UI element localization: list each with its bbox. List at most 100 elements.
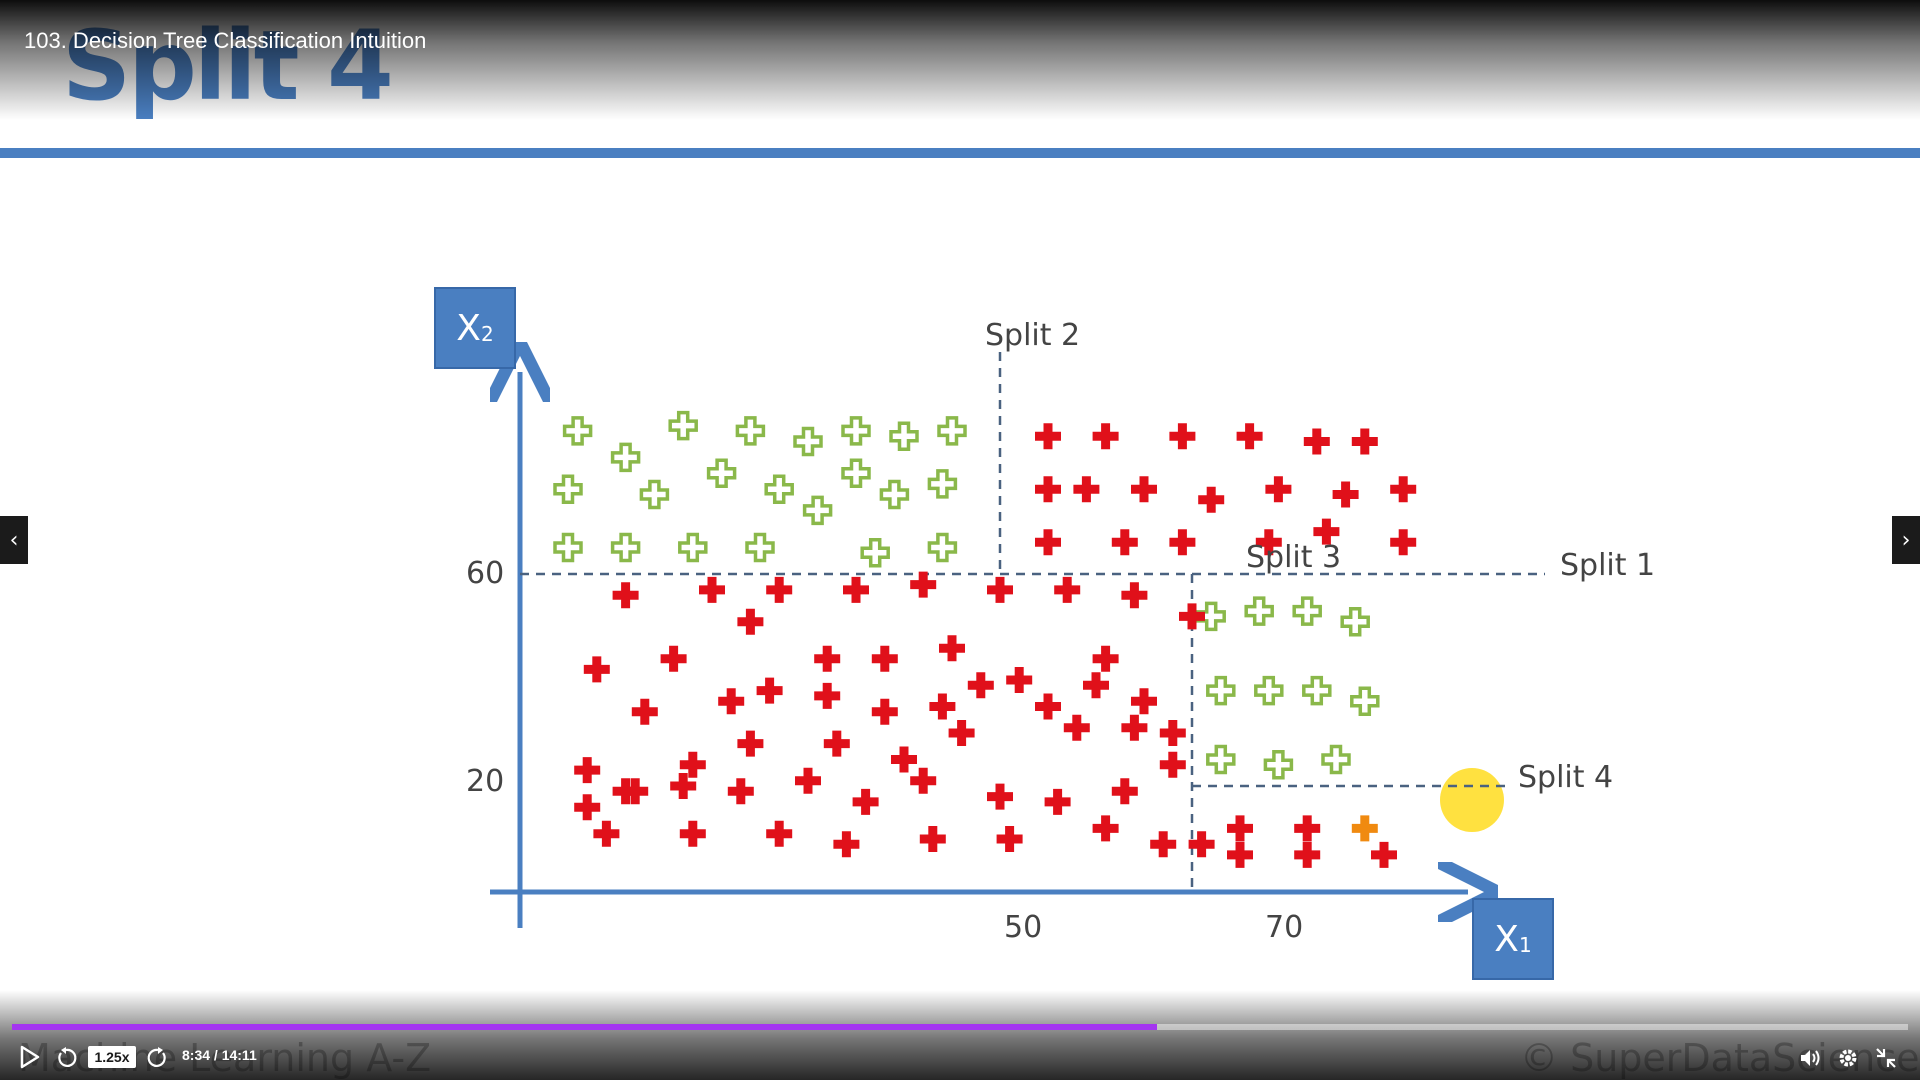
red-point <box>891 746 917 773</box>
green-point <box>553 532 583 563</box>
red-point <box>929 693 956 720</box>
playback-speed-button[interactable]: 1.25x <box>88 1046 136 1068</box>
split-2-label: Split 2 <box>985 318 1081 353</box>
red-point <box>737 608 764 635</box>
green-point <box>889 421 919 451</box>
green-point <box>1321 744 1351 775</box>
video-title: 103. Decision Tree Classification Intuit… <box>24 28 427 53</box>
green-point <box>610 442 641 473</box>
volume-icon <box>1801 1050 1820 1066</box>
red-point <box>1159 751 1186 778</box>
red-point <box>910 767 937 794</box>
red-point <box>766 576 793 603</box>
green-point <box>1340 606 1370 637</box>
red-point <box>852 788 879 815</box>
red-point <box>1092 815 1119 842</box>
green-point <box>745 532 775 563</box>
x-axis-label: X1 <box>1472 898 1554 980</box>
red-point <box>1131 476 1157 503</box>
exit-fullscreen-button[interactable] <box>1874 1046 1898 1070</box>
chevron-left-icon: ‹ <box>9 527 19 553</box>
red-point <box>1131 688 1157 715</box>
red-point <box>948 720 975 746</box>
red-point <box>1371 841 1397 868</box>
gear-icon <box>1839 1049 1857 1067</box>
red-point <box>1236 423 1263 450</box>
y-tick-20: 20 <box>466 764 505 799</box>
red-point <box>1390 476 1417 503</box>
red-point <box>843 576 869 603</box>
split-4-label: Split 4 <box>1518 760 1614 795</box>
red-point <box>910 571 937 598</box>
red-point <box>1169 423 1196 450</box>
red-point <box>823 730 850 757</box>
red-point <box>1159 720 1186 746</box>
progress-fill <box>12 1024 1158 1030</box>
red-point <box>612 582 639 609</box>
red-point <box>1006 667 1033 693</box>
y-axis-label: X2 <box>434 287 516 369</box>
green-point <box>610 532 641 563</box>
red-point <box>1121 582 1148 609</box>
green-point <box>639 479 670 510</box>
green-point <box>841 458 871 489</box>
green-point <box>678 532 708 563</box>
red-point <box>919 826 946 852</box>
red-point <box>871 645 898 672</box>
red-point <box>593 820 620 847</box>
red-point <box>1179 603 1205 630</box>
green-point <box>735 416 766 446</box>
red-point <box>1035 476 1061 503</box>
red-point <box>1035 529 1061 556</box>
volume-button[interactable] <box>1798 1046 1822 1070</box>
red-point <box>1092 423 1119 450</box>
next-lecture-button[interactable]: › <box>1892 516 1920 564</box>
red-point <box>631 698 658 725</box>
green-point <box>553 474 583 504</box>
red-point <box>1083 672 1109 699</box>
red-point <box>756 677 783 704</box>
red-point <box>871 698 898 725</box>
play-button[interactable] <box>16 1044 42 1070</box>
y-axis-label-sub: 2 <box>480 322 494 346</box>
rewind-button[interactable] <box>54 1046 78 1070</box>
red-point <box>967 672 994 699</box>
red-point <box>996 826 1023 852</box>
green-point <box>668 410 698 441</box>
red-point <box>795 767 821 794</box>
green-point <box>562 416 593 446</box>
play-icon <box>20 1045 40 1069</box>
red-point <box>718 688 745 715</box>
chevron-right-icon: › <box>1901 527 1911 553</box>
split-3-label: Split 3 <box>1246 540 1342 575</box>
settings-button[interactable] <box>1836 1046 1860 1070</box>
progress-bar[interactable] <box>12 1024 1908 1030</box>
scatter-plot <box>490 0 1545 928</box>
forward-icon <box>147 1047 166 1067</box>
red-point <box>987 576 1013 603</box>
red-point <box>679 820 706 847</box>
x-tick-70: 70 <box>1265 910 1304 945</box>
red-point <box>1054 576 1081 603</box>
red-point <box>1227 841 1253 868</box>
red-point <box>574 794 601 821</box>
red-point <box>1303 428 1330 455</box>
green-point <box>793 426 823 457</box>
previous-lecture-button[interactable]: ‹ <box>0 516 28 564</box>
green-point <box>1263 750 1294 780</box>
red-point <box>1035 423 1061 450</box>
red-point <box>737 730 764 757</box>
red-point <box>814 645 841 672</box>
highlighted-point <box>1351 815 1378 842</box>
red-point <box>1121 714 1148 741</box>
forward-button[interactable] <box>146 1046 170 1070</box>
red-point <box>1294 841 1321 868</box>
red-point <box>1044 788 1071 815</box>
green-point <box>1244 596 1274 626</box>
red-point <box>1332 481 1359 508</box>
rewind-icon <box>58 1047 77 1067</box>
red-point <box>1198 486 1225 513</box>
red-point <box>766 820 793 847</box>
green-point <box>1302 675 1332 706</box>
red-point <box>1063 714 1090 741</box>
